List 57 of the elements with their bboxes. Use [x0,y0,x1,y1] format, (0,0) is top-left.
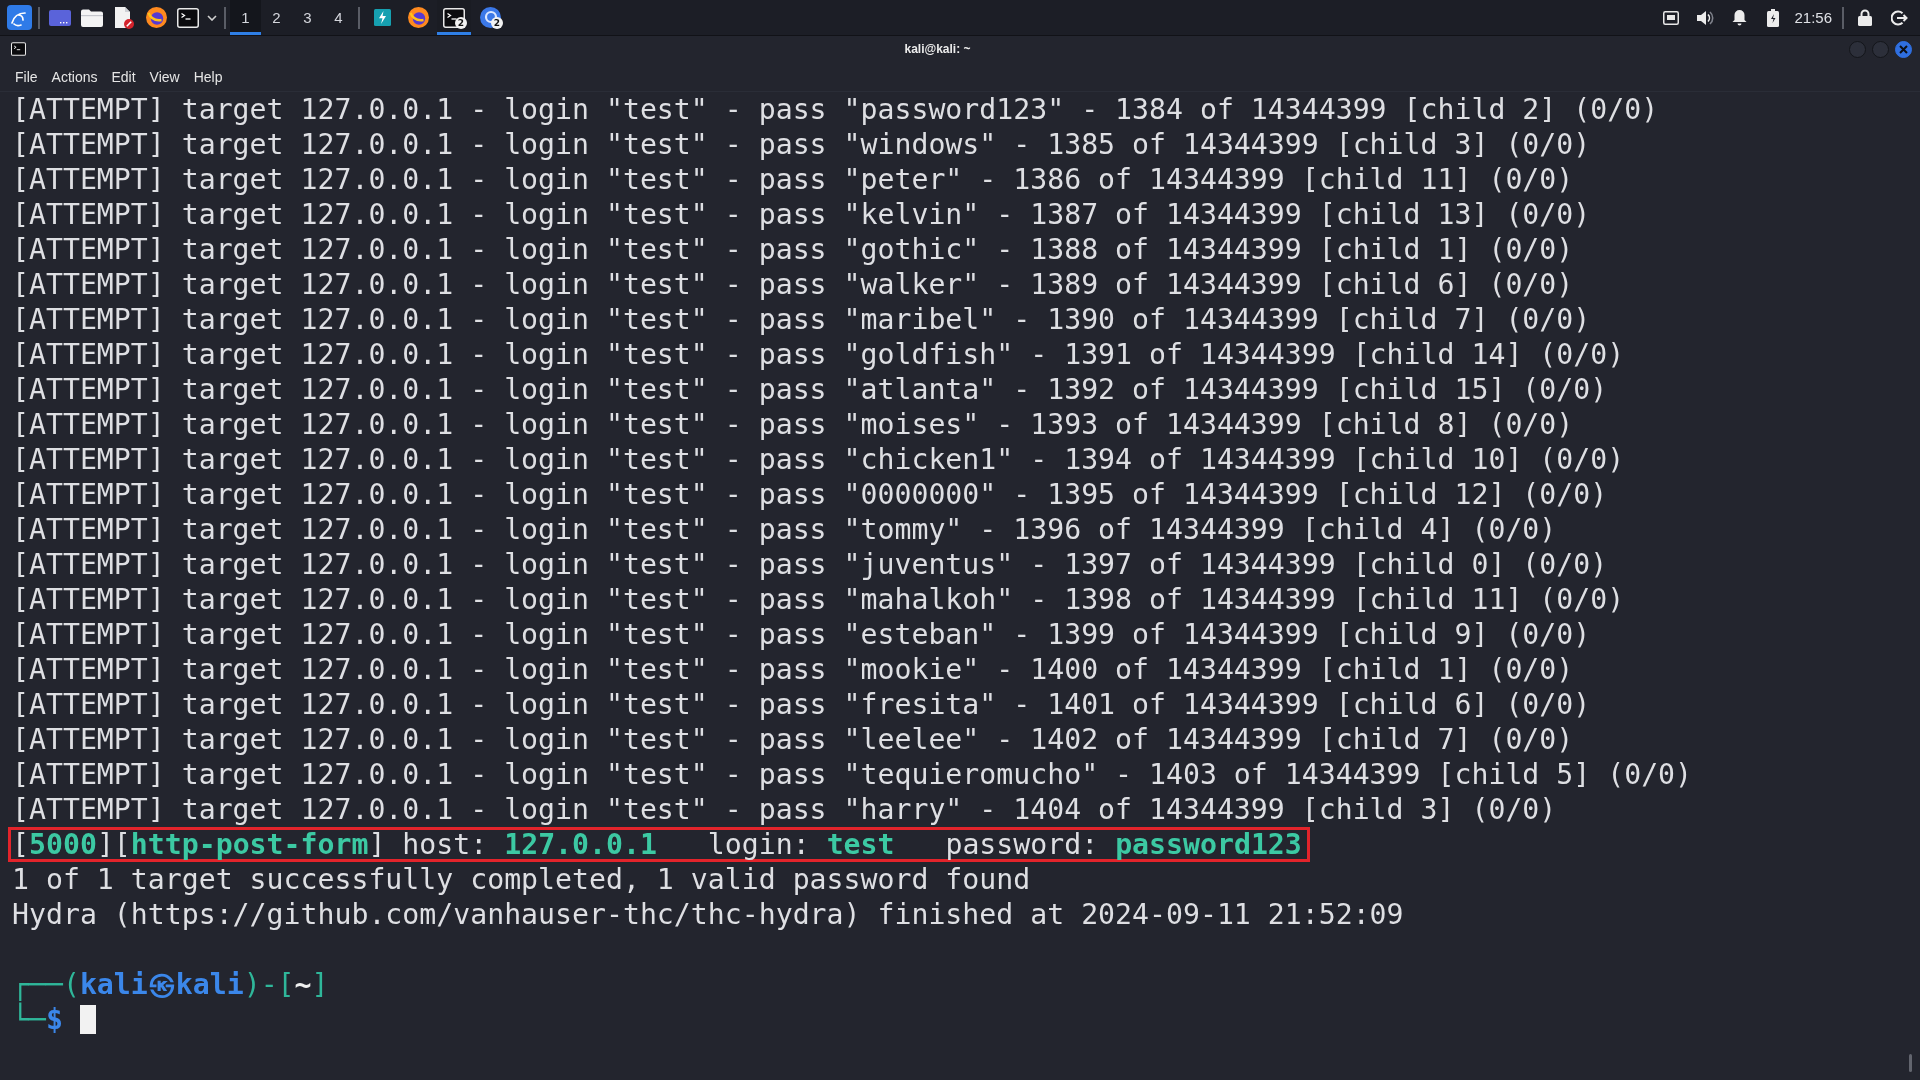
prompt-text: └─$ [12,1002,63,1037]
menu-item[interactable]: Actions [44,65,105,88]
terminal-line: [ATTEMPT] target 127.0.0.1 - login "test" - pass "gothic" - 1388 of 14344399 [child 1] (0/0) [12,232,1574,267]
terminal-line: [ATTEMPT] target 127.0.0.1 - login "test" - pass "windows" - 1385 of 14344399 [child 3] (0/0) [12,127,1591,162]
terminal-line: [ATTEMPT] target 127.0.0.1 - login "test" - pass "esteban" - 1399 of 14344399 [child 9] (0/0) [12,617,1591,652]
workspace-tab[interactable]: 2 [261,0,292,35]
terminal-line: [ATTEMPT] target 127.0.0.1 - login "test" - pass "0000000" - 1395 of 14344399 [child 12] (0/0) [12,477,1608,512]
battery-icon[interactable] [1767,8,1780,27]
bolt-icon [373,9,391,26]
folder-icon [81,8,103,27]
logout-icon[interactable] [1890,9,1908,26]
workspace-tab[interactable]: 3 [292,0,323,35]
window-title: kali@kali: ~ [904,42,971,56]
speaker-icon[interactable] [1696,9,1715,26]
terminal-line: [ATTEMPT] target 127.0.0.1 - login "test" - pass "peter" - 1386 of 14344399 [child 11] (0/0) [12,162,1574,197]
terminal-icon [443,7,465,28]
ring-app-button[interactable]: 2 [473,0,507,35]
close-button[interactable] [1895,40,1912,58]
terminal-line: [ATTEMPT] target 127.0.0.1 - login "test" - pass "chicken1" - 1394 of 14344399 [child 10] (0/0) [12,442,1625,477]
terminal-line: [ATTEMPT] target 127.0.0.1 - login "test" - pass "fresita" - 1401 of 14344399 [child 6] (0/0) [12,687,1591,722]
workspace-tab[interactable]: 4 [323,0,354,35]
document-edit-icon [114,6,134,29]
terminal-line: [ATTEMPT] target 127.0.0.1 - login "test" - pass "juventus" - 1397 of 14344399 [child 0] (0/0) [12,547,1608,582]
terminal-line: [ATTEMPT] target 127.0.0.1 - login "test" - pass "tequieromucho" - 1403 of 14344399 [child 5] (0/0) [12,757,1693,792]
terminal-line: [ATTEMPT] target 127.0.0.1 - login "test" - pass "mookie" - 1400 of 14344399 [child 1] (0/0) [12,652,1574,687]
terminal-line: [ATTEMPT] target 127.0.0.1 - login "test" - pass "goldfish" - 1391 of 14344399 [child 14] (0/0) [12,337,1625,372]
caret-icon [207,14,217,21]
terminal-line: Hydra (https://github.com/vanhauser-thc/thc-hydra) finished at 2024-09-11 21:52:09 [12,897,1404,932]
menu-item[interactable]: File [8,65,45,88]
network-icon[interactable] [1663,10,1680,25]
terminal-line: 1 of 1 target successfully completed, 1 valid password found [12,862,1031,897]
prompt-text: ┌──(kali㉿kali)-[~] [12,967,329,1002]
browser-icon [407,7,429,28]
terminal-line: [ATTEMPT] target 127.0.0.1 - login "test" - pass "walker" - 1389 of 14344399 [child 6] (0/0) [12,267,1574,302]
workspace-tab[interactable]: 1 [230,0,261,35]
menu-item[interactable]: Help [186,65,230,88]
terminal-line: [ATTEMPT] target 127.0.0.1 - login "test" - pass "password123" - 1384 of 14344399 [child 2] (0/0) [12,92,1659,127]
bell-icon[interactable] [1731,9,1747,26]
menu-item[interactable]: Edit [104,65,143,88]
app-menu-icon [6,5,32,30]
terminal-icon [11,42,26,56]
scrollbar-thumb[interactable] [1909,1054,1912,1072]
desktop-icon [49,9,71,26]
terminal-line: [ATTEMPT] target 127.0.0.1 - login "test" - pass "tommy" - 1396 of 14344399 [child 4] (0/0) [12,512,1557,547]
terminal-line: [ATTEMPT] target 127.0.0.1 - login "test" - pass "maribel" - 1390 of 14344399 [child 7] (0/0) [12,302,1591,337]
menu-item[interactable]: View [142,65,187,88]
terminal-line: [ATTEMPT] target 127.0.0.1 - login "test" - pass "harry" - 1404 of 14344399 [child 3] (0/0) [12,792,1557,827]
terminal-line: [ATTEMPT] target 127.0.0.1 - login "test" - pass "kelvin" - 1387 of 14344399 [child 13] (0/0) [12,197,1591,232]
terminal-line: [ATTEMPT] target 127.0.0.1 - login "test" - pass "mahalkoh" - 1398 of 14344399 [child 11] (0/0) [12,582,1625,617]
terminal-icon [177,7,199,28]
clock-text[interactable]: 21:56 [1790,9,1838,26]
close-icon [1899,44,1908,54]
browser-icon [145,7,167,28]
terminal-line: [ATTEMPT] target 127.0.0.1 - login "test" - pass "moises" - 1393 of 14344399 [child 8] (0/0) [12,407,1574,442]
lock-icon[interactable] [1858,9,1872,26]
terminal-line: [ATTEMPT] target 127.0.0.1 - login "test" - pass "atlanta" - 1392 of 14344399 [child 15] (0/0) [12,372,1608,407]
terminal-line: [ATTEMPT] target 127.0.0.1 - login "test" - pass "leelee" - 1402 of 14344399 [child 7] (0/0) [12,722,1574,757]
